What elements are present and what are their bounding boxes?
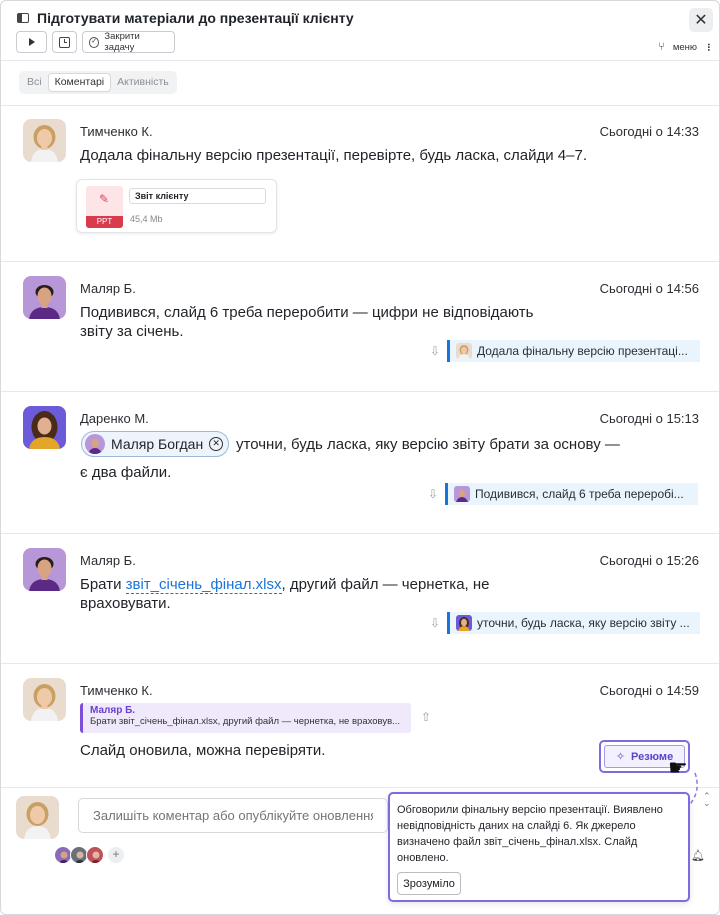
remove-mention-icon[interactable]: ✕ bbox=[209, 437, 224, 451]
comment-text-line: звіту за січень. bbox=[80, 323, 184, 340]
composer-avatar bbox=[16, 796, 59, 839]
add-participant-icon[interactable]: + bbox=[108, 847, 124, 863]
comment-text-line: є два файли. bbox=[80, 464, 172, 481]
task-title: Підготувати матеріали до презентації клі… bbox=[37, 10, 354, 26]
close-panel-button[interactable]: ✕ bbox=[689, 8, 713, 32]
comment-time: Сьогодні о 14:33 bbox=[599, 124, 699, 139]
reply-reference-chip[interactable]: уточни, будь ласка, яку версію звіту ... bbox=[447, 612, 700, 634]
avatar[interactable] bbox=[23, 678, 66, 721]
task-title-row: Підготувати матеріали до презентації клі… bbox=[17, 10, 354, 26]
comment-text-line: Подивився, слайд 6 треба переробити — ци… bbox=[80, 304, 534, 321]
file-link[interactable]: звіт_січень_фінал.xlsx bbox=[125, 576, 282, 594]
comment-author[interactable]: Тимченко К. bbox=[80, 683, 153, 698]
sparkles-icon: ✧ bbox=[615, 751, 626, 763]
chip-avatar bbox=[456, 615, 472, 631]
deadline-button[interactable] bbox=[52, 31, 77, 53]
avatar-woman-dark-hair-icon bbox=[23, 406, 66, 449]
avatar[interactable] bbox=[23, 119, 66, 162]
reply-arrow-icon: ⇩ bbox=[430, 344, 441, 358]
mention-chip[interactable]: Маляр Богдан ✕ bbox=[81, 431, 230, 457]
panel-header: Підготувати матеріали до презентації клі… bbox=[1, 1, 719, 61]
tab-all[interactable]: Всі bbox=[21, 73, 48, 92]
avatar[interactable] bbox=[23, 548, 66, 591]
quoted-message[interactable]: Маляр Б. Брати звіт_січень_фінал.xlsx, д… bbox=[80, 703, 411, 733]
comment-time: Сьогодні о 14:56 bbox=[599, 281, 699, 296]
task-panel: Підготувати матеріали до презентації клі… bbox=[0, 0, 720, 915]
summary-label: Резюме bbox=[631, 750, 674, 763]
comment-text-part: , другий файл — чернетка, не bbox=[281, 576, 490, 593]
file-size: 45,4 Mb bbox=[130, 214, 163, 224]
comment-author[interactable]: Маляр Б. bbox=[80, 553, 136, 568]
comment-item: Маляр Б. Сьогодні о 15:26 Брати звіт_січ… bbox=[1, 534, 719, 664]
ppt-file-icon: ✎ PPT bbox=[86, 186, 123, 228]
got-it-button[interactable]: Зрозуміло bbox=[397, 872, 461, 895]
avatar-man-purple-icon bbox=[23, 548, 66, 591]
comment-text-line: уточни, будь ласка, яку версію звіту бра… bbox=[236, 436, 620, 453]
avatar-woman-blonde-icon bbox=[16, 796, 59, 839]
avatar[interactable] bbox=[23, 406, 66, 449]
comment-time: Сьогодні о 15:26 bbox=[599, 553, 699, 568]
reply-reference-text: Подивився, слайд 6 треба переробі... bbox=[475, 487, 684, 501]
comment-input[interactable] bbox=[78, 798, 388, 833]
comment-text: Слайд оновила, можна перевіряти. bbox=[80, 742, 326, 759]
comment-time: Сьогодні о 14:59 bbox=[599, 683, 699, 698]
file-name: Звіт клієнту bbox=[129, 188, 266, 204]
close-task-label: Закрити задачу bbox=[104, 31, 140, 53]
start-timer-button[interactable] bbox=[16, 31, 47, 53]
tab-comments[interactable]: Коментарі bbox=[47, 73, 112, 92]
play-icon bbox=[28, 38, 35, 46]
comment-text-line: Брати звіт_січень_фінал.xlsx, другий фай… bbox=[80, 575, 490, 594]
reply-reference-text: уточни, будь ласка, яку версію звіту ... bbox=[477, 616, 690, 630]
avatar-man-purple-icon bbox=[23, 276, 66, 319]
clock-icon bbox=[59, 36, 70, 48]
avatar[interactable] bbox=[23, 276, 66, 319]
comment-author[interactable]: Даренко М. bbox=[80, 411, 149, 426]
quote-author: Маляр Б. bbox=[90, 705, 136, 716]
reply-arrow-icon: ⇧ bbox=[421, 710, 432, 724]
comment-time: Сьогодні о 15:13 bbox=[599, 411, 699, 426]
comment-item: Маляр Б. Сьогодні о 14:56 Подивився, сла… bbox=[1, 262, 719, 392]
chip-avatar bbox=[454, 486, 470, 502]
paperclip-icon: ✎ bbox=[99, 192, 110, 206]
avatar-woman-blonde-icon bbox=[23, 678, 66, 721]
sidebar-panel-icon[interactable] bbox=[17, 13, 29, 23]
activity-tabs: Всі Коментарі Активність bbox=[19, 71, 177, 94]
reply-reference-chip[interactable]: Додала фінальну версію презентаці... bbox=[447, 340, 700, 362]
menu-button[interactable]: меню bbox=[673, 42, 697, 53]
reply-reference-chip[interactable]: Подивився, слайд 6 треба переробі... bbox=[445, 483, 698, 505]
participant-avatar[interactable] bbox=[86, 846, 104, 864]
bell-icon[interactable]: 🔔︎ bbox=[691, 849, 705, 862]
quote-text: Брати звіт_січень_фінал.xlsx, другий фай… bbox=[90, 716, 401, 727]
comment-author[interactable]: Тимченко К. bbox=[80, 124, 153, 139]
summary-text: Обговорили фінальну версію презентації. … bbox=[397, 804, 663, 864]
comment-text-part: Брати bbox=[80, 576, 126, 593]
more-vertical-icon[interactable]: ··· bbox=[702, 43, 714, 51]
mention-name: Маляр Богдан bbox=[111, 436, 204, 452]
tab-activity[interactable]: Активність bbox=[111, 73, 175, 92]
file-type-label: PPT bbox=[86, 216, 123, 228]
chip-avatar bbox=[456, 343, 472, 359]
attachment-card[interactable]: ✎ PPT Звіт клієнту 45,4 Mb bbox=[76, 179, 277, 233]
close-icon: ✕ bbox=[694, 12, 708, 29]
close-task-button[interactable]: ✓ Закрити задачу bbox=[82, 31, 175, 53]
participants: + bbox=[54, 846, 124, 864]
summary-popover: Обговорили фінальну версію презентації. … bbox=[388, 792, 690, 902]
comment-author[interactable]: Маляр Б. bbox=[80, 281, 136, 296]
comment-item: Даренко М. Сьогодні о 15:13 уточни, будь… bbox=[1, 392, 719, 534]
menu-area: ⑂ меню ··· bbox=[658, 41, 714, 53]
comment-text-line: враховувати. bbox=[80, 595, 171, 612]
reply-arrow-icon: ⇩ bbox=[430, 616, 441, 630]
comment-text: Додала фінальну версію презентації, пере… bbox=[80, 147, 588, 164]
subtask-icon[interactable]: ⑂ bbox=[658, 41, 665, 53]
reply-arrow-icon: ⇩ bbox=[428, 487, 439, 501]
reply-reference-text: Додала фінальну версію презентаці... bbox=[477, 344, 688, 358]
check-circle-icon: ✓ bbox=[89, 36, 100, 48]
avatar-woman-blonde-icon bbox=[23, 119, 66, 162]
mention-avatar bbox=[85, 434, 105, 454]
